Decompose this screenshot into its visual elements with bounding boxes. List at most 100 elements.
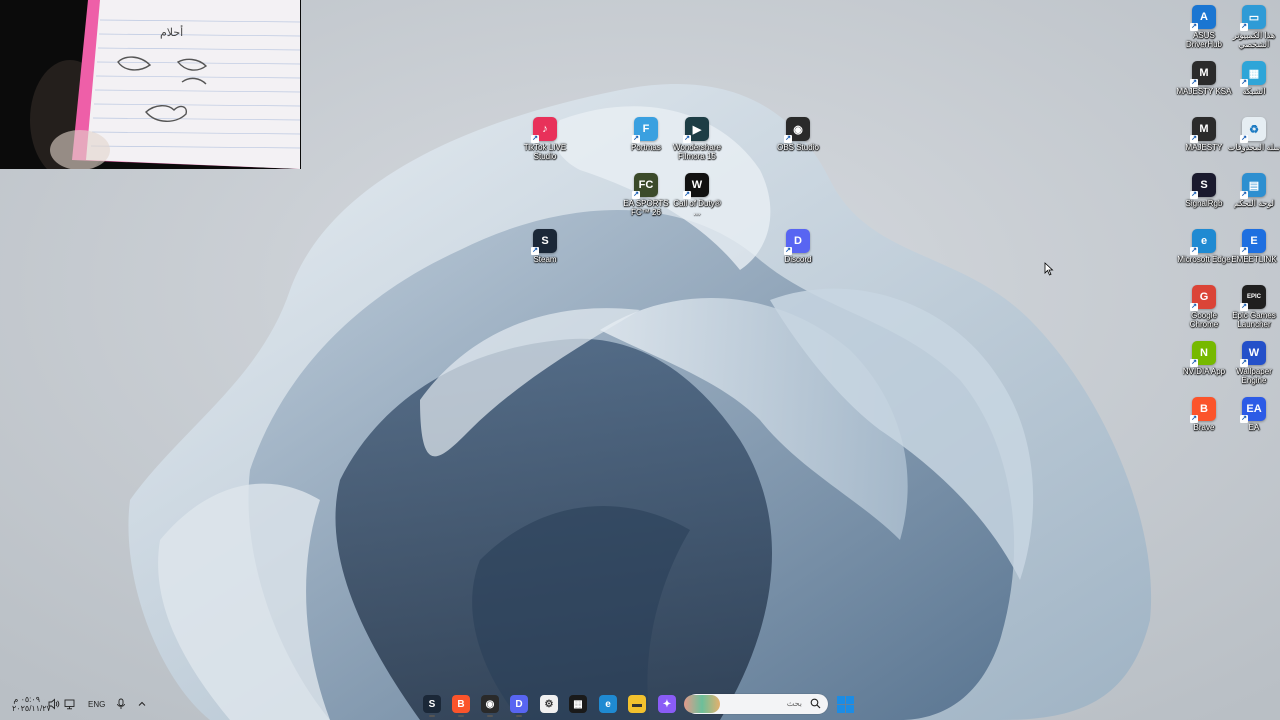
epic-icon: EPIC ↗ (1240, 285, 1266, 311)
taskbar-app-settings[interactable]: ⚙ (540, 695, 558, 713)
chrome-glyph: G (1199, 291, 1209, 303)
discord-icon: D ↗ (784, 229, 810, 255)
taskbar-app-explorer[interactable]: ▬ (628, 695, 646, 713)
desktop-icon-brave[interactable]: B ↗ Brave (1176, 397, 1232, 432)
desktop-icon-wallpaper[interactable]: W ↗ Wallpaper Engine (1226, 341, 1280, 385)
emeetlink-glyph: E (1250, 235, 1258, 247)
desktop-icon-label: Wallpaper Engine (1236, 367, 1272, 385)
settings-icon: ⚙ (544, 698, 554, 710)
discord-glyph: D (794, 235, 802, 247)
shortcut-arrow-icon: ↗ (1190, 23, 1198, 31)
desktop-icon-ea[interactable]: EA ↗ EA (1226, 397, 1280, 432)
controlpanel-glyph: ▤ (1248, 179, 1260, 192)
desktop-icon-label: EA SPORTS FC™ 26 (623, 199, 669, 217)
desktop-icon-label: Discord (784, 255, 812, 264)
shortcut-arrow-icon: ↗ (1240, 79, 1248, 87)
desktop-icon-obs[interactable]: ◉ ↗ OBS Studio (770, 117, 826, 152)
desktop-icon-label: MAJESTY (1185, 143, 1223, 152)
desktop-icon-majesty_ksa[interactable]: M ↗ MAJESTY KSA (1176, 61, 1232, 96)
network-icon[interactable] (64, 698, 76, 710)
filmora-glyph: ▶ (692, 123, 702, 136)
wallpaper-icon: W ↗ (1240, 341, 1266, 367)
taskbar-search[interactable]: بحث (684, 694, 828, 714)
shortcut-arrow-icon: ↗ (1240, 135, 1248, 143)
speaker-icon[interactable] (48, 698, 60, 710)
majesty-icon: M ↗ (1190, 117, 1216, 143)
taskbar-app-edge[interactable]: e (599, 695, 617, 713)
shortcut-arrow-icon: ↗ (683, 191, 691, 199)
clock-date: ٢٠٢٥/١١/٢٧ (12, 704, 51, 713)
desktop-icon-chrome[interactable]: G ↗ Google Chrome (1176, 285, 1232, 329)
start-button[interactable] (837, 696, 854, 713)
desktop-icon-edge[interactable]: e ↗ Microsoft Edge (1176, 229, 1232, 264)
desktop-icon-signalrgb[interactable]: S ↗ SignalRgb (1176, 173, 1232, 208)
shortcut-arrow-icon: ↗ (1190, 191, 1198, 199)
desktop-icon-filmora[interactable]: ▶ ↗ Wondershare Filmora 15 (669, 117, 725, 161)
chevron-up-icon[interactable] (137, 699, 147, 709)
obs-glyph: ◉ (793, 123, 803, 136)
desktop-icon-tiktok[interactable]: ♪ ↗ TikTok LIVE Studio (517, 117, 573, 161)
shortcut-arrow-icon: ↗ (632, 191, 640, 199)
desktop-icon-controlpanel[interactable]: ▤ ↗ لوحة التحكم (1226, 173, 1280, 208)
desktop-icon-label: هذا الكمبيوتر الشخصي (1232, 31, 1276, 49)
desktop-icon-label: Wondershare Filmora 15 (673, 143, 721, 161)
desktop-icon-label: سلة المحذوفات (1227, 143, 1280, 152)
ea-glyph: EA (1246, 403, 1262, 415)
signalrgb-icon: S ↗ (1190, 173, 1216, 199)
shortcut-arrow-icon: ↗ (1190, 247, 1198, 255)
desktop-icon-label: Microsoft Edge (1177, 255, 1231, 264)
shortcut-arrow-icon: ↗ (784, 247, 792, 255)
desktop-icon-label: MAJESTY KSA (1176, 87, 1232, 96)
thispc-icon: ▭ ↗ (1240, 5, 1266, 31)
desktop-icon-network[interactable]: ▦ ↗ الشبكة (1226, 61, 1280, 96)
desktop-icon-thispc[interactable]: ▭ ↗ هذا الكمبيوتر الشخصي (1226, 5, 1280, 49)
desktop-icon-emeetlink[interactable]: E ↗ EMEETLINK (1226, 229, 1280, 264)
desktop-icon-label: EMEETLINK (1231, 255, 1277, 264)
emeetlink-icon: E ↗ (1240, 229, 1266, 255)
desktop-icon-label: الشبكة (1242, 87, 1266, 96)
taskbar-app-steam[interactable]: S (423, 695, 441, 717)
desktop-icon-label: OBS Studio (777, 143, 819, 152)
asus-icon: A ↗ (1190, 5, 1216, 31)
desktop-icon-fc26[interactable]: FC ↗ EA SPORTS FC™ 26 (618, 173, 674, 217)
notebook-text: أحلام (160, 27, 184, 39)
brave-icon: B (457, 698, 465, 710)
taskbar-app-copilot[interactable]: ✦ (658, 695, 676, 713)
nvidia-glyph: N (1200, 347, 1208, 359)
desktop-icon-steam[interactable]: S ↗ Steam (517, 229, 573, 264)
webcam-overlay: أحلام (0, 0, 301, 169)
controlpanel-icon: ▤ ↗ (1240, 173, 1266, 199)
portmaster-glyph: F (642, 123, 650, 135)
steam-icon: S ↗ (531, 229, 557, 255)
desktop-icon-recycle[interactable]: ♻ ↗ سلة المحذوفات (1226, 117, 1280, 152)
desktop-icon-epic[interactable]: EPIC ↗ Epic Games Launcher (1226, 285, 1280, 329)
taskbar-app-store[interactable]: ▦ (569, 695, 587, 713)
steam-icon: S (428, 698, 436, 710)
epic-glyph: EPIC (1246, 294, 1261, 300)
shortcut-arrow-icon: ↗ (1190, 415, 1198, 423)
shortcut-arrow-icon: ↗ (531, 135, 539, 143)
copilot-icon: ✦ (662, 698, 672, 710)
desktop-icon-majesty[interactable]: M ↗ MAJESTY (1176, 117, 1232, 152)
language-indicator[interactable]: ENG (88, 700, 105, 709)
clock[interactable]: ٠٥:٠٩ م ٢٠٢٥/١١/٢٧ (12, 695, 51, 713)
shortcut-arrow-icon: ↗ (784, 135, 792, 143)
cod-icon: W ↗ (683, 173, 709, 199)
majesty_ksa-icon: M ↗ (1190, 61, 1216, 87)
desktop-icon-discord[interactable]: D ↗ Discord (770, 229, 826, 264)
thispc-glyph: ▭ (1248, 11, 1260, 24)
cod-glyph: W (691, 179, 703, 191)
taskbar-app-discord[interactable]: D (510, 695, 528, 717)
taskbar-app-obs[interactable]: ◉ (481, 695, 499, 717)
obs-icon: ◉ (485, 698, 495, 710)
desktop-icon-portmaster[interactable]: F ↗ Portmas (618, 117, 674, 152)
desktop-icon-asus[interactable]: A ↗ ASUS DriverHub (1176, 5, 1232, 49)
desktop-icon-cod[interactable]: W ↗ Call of Duty® ... (669, 173, 725, 217)
filmora-icon: ▶ ↗ (683, 117, 709, 143)
taskbar-app-brave[interactable]: B (452, 695, 470, 717)
desktop-icon-nvidia[interactable]: N ↗ NVIDIA App (1176, 341, 1232, 376)
chrome-icon: G ↗ (1190, 285, 1216, 311)
nvidia-icon: N ↗ (1190, 341, 1216, 367)
microphone-icon[interactable] (116, 698, 126, 710)
search-highlight-image (684, 695, 720, 713)
